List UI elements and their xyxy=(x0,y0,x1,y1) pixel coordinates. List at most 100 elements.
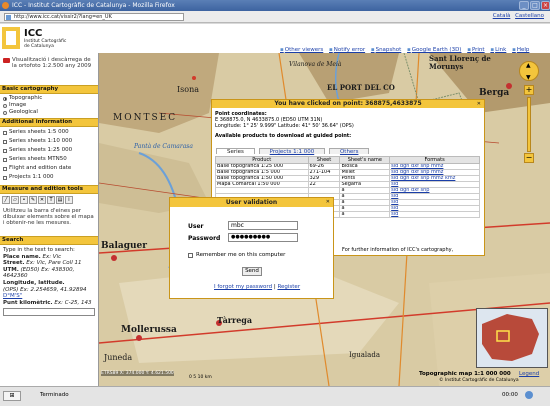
overview-map-canvas xyxy=(482,314,539,361)
format-links[interactable]: sid xyxy=(389,211,480,218)
status-globe-icon xyxy=(525,391,533,399)
zoom-out-button[interactable]: − xyxy=(524,153,534,163)
password-input[interactable]: ●●●●●●●●● xyxy=(228,233,298,242)
zoom-in-button[interactable]: + xyxy=(524,85,534,95)
link-separator: | xyxy=(273,284,276,290)
draw-point-icon[interactable]: • xyxy=(20,196,28,204)
basic-cartography-header: Basic cartography xyxy=(0,85,98,94)
measure-help-text: Utilitzeu la barra d'eines per dibuixar … xyxy=(3,208,94,226)
register-link[interactable]: Register xyxy=(277,284,300,290)
text-icon[interactable]: T xyxy=(47,196,55,204)
zoom-slider[interactable] xyxy=(527,97,531,152)
point-dialog-title: You have clicked on point: 368875,463387… xyxy=(212,100,484,108)
lang-castellano-link[interactable]: Castellano xyxy=(515,13,544,19)
tab-series[interactable]: Series xyxy=(216,148,255,155)
tab-projects[interactable]: Projects 1:1 000 xyxy=(258,148,326,155)
firefox-icon xyxy=(2,2,9,9)
logo-sub-line-2: de Catalunya xyxy=(24,44,54,49)
radio-topographic[interactable]: Topographic xyxy=(0,95,98,102)
search-help: Type in the text to search: Place name. … xyxy=(0,245,98,307)
promo-link[interactable]: Visualització i descàrrega de la ortofot… xyxy=(0,53,98,85)
url-text: http://www.icc.cat/vissir2/?lang=en_UK xyxy=(14,14,112,20)
col-product: Product xyxy=(215,156,309,164)
url-field[interactable]: http://www.icc.cat/vissir2/?lang=en_UK xyxy=(4,13,184,21)
checkbox-label: Series sheets 1:10 000 xyxy=(9,138,73,144)
validation-links: I forgot my password | Register xyxy=(214,284,300,290)
measure-toolbar: ╱ ▱ • ✎ ✕ T ▤ i xyxy=(0,194,98,208)
checkbox-projects-1000[interactable]: Projects 1:1 000 xyxy=(0,174,98,183)
footer-info: For further information of ICC's cartogr… xyxy=(342,247,454,253)
user-input[interactable]: mbc xyxy=(228,221,298,230)
validation-title-text: User validation xyxy=(225,199,278,206)
street-label: Street. xyxy=(3,260,25,267)
maximize-button[interactable]: □ xyxy=(530,1,540,10)
address-bar-row: http://www.icc.cat/vissir2/?lang=en_UK C… xyxy=(0,11,550,23)
status-time: 00:00 xyxy=(502,392,518,398)
draw-polygon-icon[interactable]: ▱ xyxy=(11,196,19,204)
delete-icon[interactable]: ✕ xyxy=(38,196,46,204)
validation-title: User validation ✕ xyxy=(170,198,333,207)
promo-text: Visualització i descàrrega de la ortofot… xyxy=(12,57,92,69)
status-bar: ⊞ Terminado 00:00 xyxy=(0,386,550,406)
pan-control[interactable]: ▲ ▼ xyxy=(519,61,539,81)
checkbox-series-25000[interactable]: Series sheets 1:25 000 xyxy=(0,147,98,156)
lang-catala-link[interactable]: Català xyxy=(493,13,511,19)
checkbox-icon xyxy=(3,130,7,135)
status-text: Terminado xyxy=(40,392,69,398)
place-label: MONTSEC xyxy=(113,113,178,123)
place-label: Balaguer xyxy=(101,241,147,251)
minimize-button[interactable]: _ xyxy=(519,1,529,10)
tab-others[interactable]: Others xyxy=(328,148,370,155)
dialog-close-icon[interactable]: ✕ xyxy=(477,100,481,108)
icc-logo-icon xyxy=(2,27,20,49)
checkbox-series-mtn50[interactable]: Series sheets MTN50 xyxy=(0,156,98,165)
coord-lonlat: Longitude: 1° 25' 9.999" Latitude: 41° 5… xyxy=(215,123,354,129)
legend-link[interactable]: Legend xyxy=(519,371,539,377)
col-sheet-name: Sheet's name xyxy=(339,156,391,164)
draw-line-icon[interactable]: ╱ xyxy=(2,196,10,204)
search-input[interactable] xyxy=(3,308,95,317)
lonlat-label: Longitude, latitude. xyxy=(3,279,65,286)
remember-checkbox[interactable] xyxy=(188,253,193,258)
dms-link[interactable]: D°M'S" xyxy=(3,293,22,299)
info-icon[interactable]: i xyxy=(65,196,73,204)
checkbox-series-10000[interactable]: Series sheets 1:10 000 xyxy=(0,138,98,147)
place-label: Place name. xyxy=(3,253,41,260)
place-label: EL PORT DEL CO xyxy=(327,83,395,92)
overview-map[interactable] xyxy=(476,308,548,368)
scalebar: 0 5 10 km xyxy=(189,375,212,380)
radio-label: Geological xyxy=(9,109,38,115)
col-sheet: Sheet xyxy=(307,156,341,164)
checkbox-series-5000[interactable]: Series sheets 1:5 000 xyxy=(0,129,98,138)
checkbox-label: Projects 1:1 000 xyxy=(9,174,54,180)
dialog-close-icon[interactable]: ✕ xyxy=(326,198,330,207)
place-label: Berga xyxy=(479,88,510,98)
radio-image[interactable]: Image xyxy=(0,102,98,109)
radio-geological[interactable]: Geological xyxy=(0,109,98,116)
edit-icon[interactable]: ✎ xyxy=(29,196,37,204)
place-label: Pantà de Camarasa xyxy=(134,143,193,150)
checkbox-icon xyxy=(3,166,7,171)
place-label: Juneda xyxy=(104,353,133,362)
close-button[interactable]: × xyxy=(541,1,550,10)
table-row: Base topogràfica 1:5 000 271-104 Millet sid… xyxy=(215,169,480,176)
additional-info-header: Additional information xyxy=(0,118,98,127)
send-button[interactable]: Send xyxy=(242,267,262,276)
ortho-icon xyxy=(3,58,10,63)
forgot-password-link[interactable]: I forgot my password xyxy=(214,284,272,290)
logo-name: ICC xyxy=(24,28,43,39)
save-icon[interactable]: ▤ xyxy=(56,196,64,204)
map-scale-text: Topographic map 1:1 000 000 xyxy=(419,371,511,377)
start-icon[interactable]: ⊞ xyxy=(3,391,21,401)
checkbox-label: Flight and edition date xyxy=(9,165,72,171)
pan-up-icon[interactable]: ▲ xyxy=(526,62,531,69)
place-label: Vilanova de Meià xyxy=(289,61,342,68)
remember-label: Remember me on this computer xyxy=(196,252,286,258)
measure-tools-header: Measure and edition tools xyxy=(0,185,98,194)
radio-icon xyxy=(3,110,7,115)
pan-down-icon[interactable]: ▼ xyxy=(526,74,531,81)
language-links: Català Castellano xyxy=(490,13,544,19)
checkbox-icon xyxy=(3,157,7,162)
checkbox-flight-date[interactable]: Flight and edition date xyxy=(0,165,98,174)
km-example: Ex: C-25, 143 xyxy=(54,299,92,306)
